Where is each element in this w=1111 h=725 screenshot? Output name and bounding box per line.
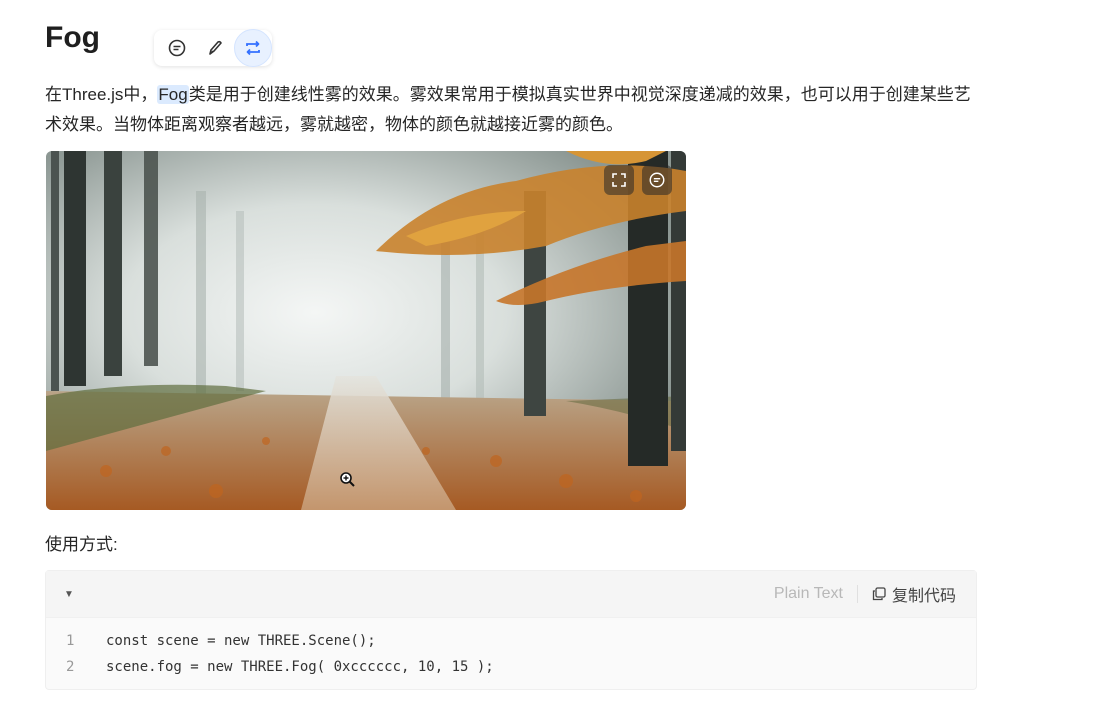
code-text: const scene = new THREE.Scene(); <box>106 633 376 649</box>
image-actions <box>604 165 672 195</box>
collapse-caret-icon[interactable]: ▼ <box>64 589 74 600</box>
code-header: ▼ Plain Text 复制代码 <box>46 571 976 618</box>
paragraph-text-pre: 在Three.js中， <box>45 85 158 104</box>
copy-code-label: 复制代码 <box>891 588 956 605</box>
copy-code-button[interactable]: 复制代码 <box>858 582 956 606</box>
language-selector[interactable]: Plain Text <box>774 585 858 603</box>
highlighted-term[interactable]: Fog <box>157 85 189 104</box>
comment-button[interactable] <box>162 33 192 63</box>
code-line: 1 const scene = new THREE.Scene(); <box>46 628 976 654</box>
comment-icon <box>168 39 186 57</box>
intro-paragraph: 在Three.js中，Fog类是用于创建线性雾的效果。雾效果常用于模拟真实世界中… <box>45 80 985 140</box>
line-number: 2 <box>66 659 75 675</box>
floating-toolbar <box>154 29 272 67</box>
usage-label: 使用方式: <box>45 535 118 554</box>
code-header-actions: Plain Text 复制代码 <box>774 582 956 606</box>
fog-image[interactable] <box>46 151 686 510</box>
pen-icon <box>209 40 222 55</box>
comment-icon <box>649 172 665 188</box>
line-number: 1 <box>66 633 75 649</box>
fog-forest-picture <box>46 151 686 510</box>
expand-icon <box>612 173 626 187</box>
zoom-in-cursor-icon <box>339 471 357 489</box>
code-text: scene.fog = new THREE.Fog( 0xcccccc, 10,… <box>106 659 494 675</box>
repeat-button[interactable] <box>234 29 272 67</box>
code-body[interactable]: 1 const scene = new THREE.Scene(); 2 sce… <box>46 618 976 680</box>
image-comment-button[interactable] <box>642 165 672 195</box>
expand-image-button[interactable] <box>604 165 634 195</box>
copy-icon <box>872 587 886 601</box>
page-title: Fog <box>45 21 100 54</box>
code-block: ▼ Plain Text 复制代码 1 const scene = new TH… <box>45 570 977 690</box>
pen-button[interactable] <box>200 33 230 63</box>
repeat-icon <box>246 40 260 56</box>
code-line: 2 scene.fog = new THREE.Fog( 0xcccccc, 1… <box>46 654 976 680</box>
